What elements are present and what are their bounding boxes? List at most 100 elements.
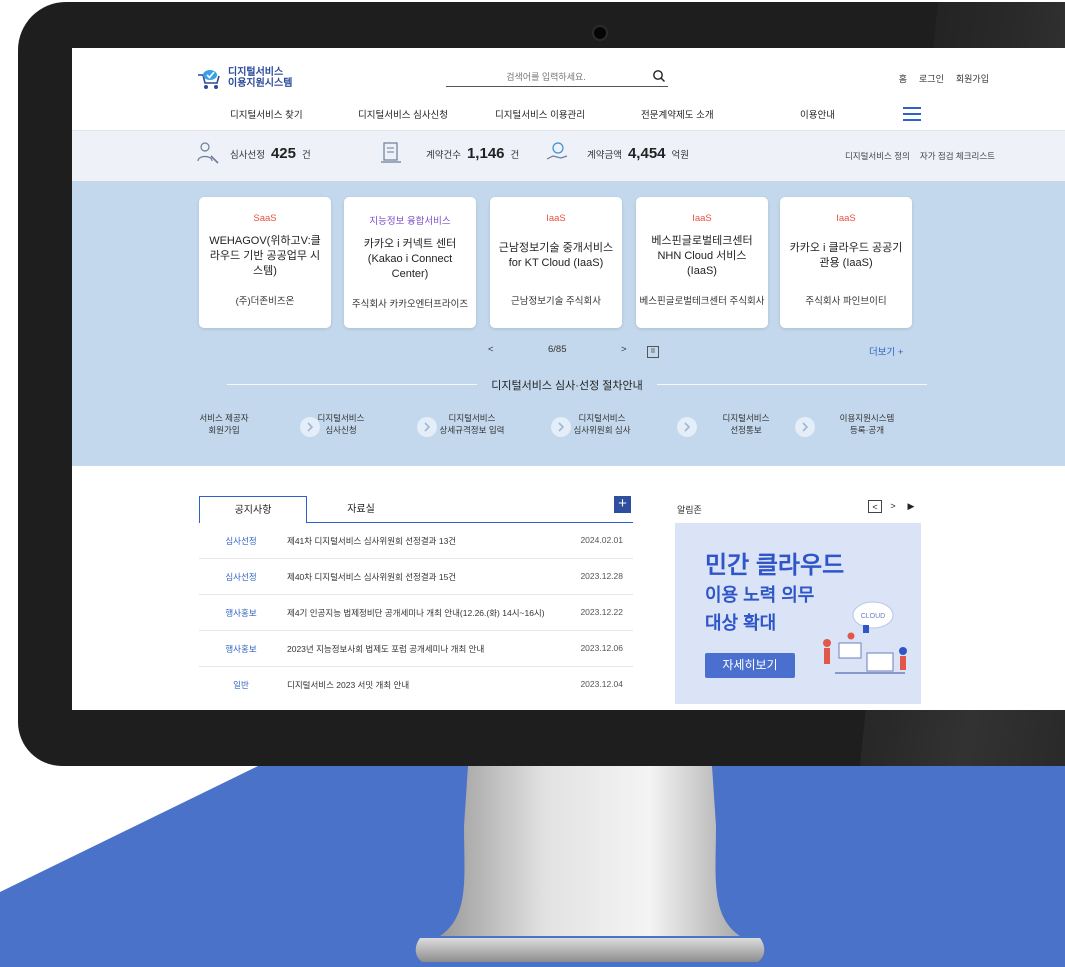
service-card[interactable]: SaaS WEHAGOV(위하고V:클라우드 기반 공공업무 시스템) (주)더…	[199, 197, 331, 328]
logo-line-1: 디지털서비스	[228, 67, 284, 78]
table-row[interactable]: 행사홍보 제4기 인공지능 법제정비단 공개세미나 개최 안내(12.26.(화…	[199, 595, 633, 631]
stat-selected: 심사선정 425 건	[230, 145, 311, 162]
row-category: 심사선정	[225, 572, 257, 582]
stat-contracts-label: 계약건수	[426, 150, 461, 161]
definition-link[interactable]: 디지털서비스 정의	[845, 150, 910, 162]
service-card[interactable]: 지능정보 융합서비스 카카오 i 커넥트 센터(Kakao i Connect …	[344, 197, 476, 328]
board-more-button[interactable]: +	[614, 496, 631, 513]
nav-item-find[interactable]: 디지털서비스 찾기	[230, 107, 303, 121]
nav-item-manage[interactable]: 디지털서비스 이용관리	[495, 107, 585, 121]
banner-next-button[interactable]: >	[886, 500, 900, 513]
stat-selected-value: 425	[270, 145, 296, 162]
stat-contracts: 계약건수 1,146 건	[426, 145, 519, 162]
judge-person-icon	[197, 142, 219, 164]
cloud-office-illustration-icon: CLOUD	[823, 601, 907, 674]
banner-detail-button[interactable]: 자세히보기	[705, 653, 795, 678]
step-line-1: 이용지원시스템	[839, 413, 895, 423]
banner-subline-1: 이용 노력 의무	[705, 585, 815, 605]
signup-link[interactable]: 회원가입	[956, 72, 989, 85]
card-category: IaaS	[836, 213, 856, 224]
logo-line-2: 이용지원시스템	[228, 78, 293, 89]
document-icon	[381, 142, 401, 163]
service-hero: SaaS WEHAGOV(위하고V:클라우드 기반 공공업무 시스템) (주)더…	[72, 181, 1065, 466]
service-card[interactable]: IaaS 카카오 i 클라우드 공공기관용 (IaaS) 주식회사 파인브이티	[780, 197, 912, 328]
stat-amount-label: 계약금액	[587, 150, 622, 161]
service-card[interactable]: IaaS 근남정보기술 중개서비스 for KT Cloud (IaaS) 근남…	[490, 197, 622, 328]
banner-headline: 민간 클라우드	[705, 552, 845, 579]
stat-amount: 계약금액 4,454 억원	[587, 145, 689, 162]
card-title: WEHAGOV(위하고V:클라우드 기반 공공업무 시스템)	[209, 234, 321, 277]
website-screen: 디지털서비스 이용지원시스템 홈 로그인 회원가입 디지털서비스 찾기 디지털서…	[72, 48, 1065, 710]
table-row[interactable]: 일반 디지털서비스 2023 서밋 개최 안내 2023.12.04	[199, 667, 633, 703]
alert-zone-title: 알림존	[677, 505, 702, 515]
step-line-2: 심사신청	[325, 425, 357, 435]
step-line-1: 디지털서비스	[722, 413, 770, 423]
nav-item-apply[interactable]: 디지털서비스 심사신청	[358, 107, 448, 121]
carousel-page-indicator: 6/85	[548, 344, 567, 355]
stats-links: 디지털서비스 정의 자가 점검 체크리스트	[845, 150, 995, 162]
card-company: 주식회사 파인브이티	[805, 296, 887, 307]
process-divider-left	[227, 384, 477, 385]
step-line-1: 디지털서비스	[317, 413, 365, 423]
step-line-2: 회원가입	[208, 425, 240, 435]
alert-zone-controls: < > ▶	[868, 500, 918, 513]
banner-prev-button[interactable]: <	[868, 500, 882, 513]
banner-subline-2: 대상 확대	[705, 613, 777, 633]
row-date: 2023.12.28	[580, 571, 623, 581]
step-line-2: 상세규격정보 입력	[439, 425, 505, 435]
site-header: 디지털서비스 이용지원시스템 홈 로그인 회원가입 디지털서비스 찾기 디지털서…	[72, 48, 1065, 130]
money-hand-icon	[546, 142, 568, 160]
process-title: 디지털서비스 심사·선정 절차안내	[491, 380, 643, 392]
table-row[interactable]: 심사선정 제41차 디지털서비스 심사위원회 선정결과 13건 2024.02.…	[199, 523, 633, 559]
stat-contracts-unit: 건	[510, 150, 520, 161]
cloud-cart-logo-icon	[198, 70, 220, 89]
carousel-pause-button[interactable]: II	[647, 346, 659, 358]
nav-item-guide[interactable]: 이용안내	[800, 107, 835, 121]
service-card[interactable]: IaaS 베스핀글로벌테크센터 NHN Cloud 서비스(IaaS) 베스핀글…	[636, 197, 768, 328]
step-line-1: 디지털서비스	[448, 413, 496, 423]
camera-icon	[594, 27, 606, 39]
main-nav: 디지털서비스 찾기 디지털서비스 심사신청 디지털서비스 이용관리 전문계약제도…	[72, 107, 1065, 129]
checklist-link[interactable]: 자가 점검 체크리스트	[920, 150, 995, 162]
card-company: 베스핀글로벌테크센터 주식회사	[639, 296, 765, 307]
process-step: 디지털서비스 선정통보	[691, 412, 801, 436]
step-line-2: 등록·공개	[849, 425, 885, 435]
card-category: IaaS	[546, 213, 566, 224]
table-row[interactable]: 심사선정 제40차 디지털서비스 심사위원회 선정결과 15건 2023.12.…	[199, 559, 633, 595]
table-row[interactable]: 행사홍보 2023년 지능정보사회 법제도 포럼 공개세미나 개최 안내 202…	[199, 631, 633, 667]
promo-banner[interactable]: 민간 클라우드 이용 노력 의무 대상 확대 자세히보기 CLOUD	[675, 523, 921, 704]
card-category: 지능정보 융합서비스	[369, 216, 451, 227]
process-step: 디지털서비스 심사위원회 심사	[547, 412, 657, 436]
card-category: IaaS	[692, 213, 712, 224]
step-line-1: 디지털서비스	[578, 413, 626, 423]
banner-play-button[interactable]: ▶	[904, 500, 918, 513]
row-category: 심사선정	[225, 536, 257, 546]
search-icon[interactable]	[652, 69, 666, 83]
row-category: 행사홍보	[225, 608, 257, 618]
nav-item-contract[interactable]: 전문계약제도 소개	[641, 107, 714, 121]
mockup-stage: 디지털서비스 이용지원시스템 홈 로그인 회원가입 디지털서비스 찾기 디지털서…	[0, 0, 1065, 967]
step-line-2: 선정통보	[730, 425, 762, 435]
site-logo[interactable]: 디지털서비스 이용지원시스템	[196, 66, 292, 90]
tab-library[interactable]: 자료실	[307, 496, 415, 523]
stat-amount-value: 4,454	[627, 145, 666, 162]
carousel-next-button[interactable]: >	[621, 344, 627, 355]
search-input[interactable]	[446, 67, 646, 86]
step-line-1: 서비스 제공자	[199, 413, 249, 423]
stat-amount-unit: 억원	[671, 150, 689, 161]
tab-notices[interactable]: 공지사항	[199, 496, 307, 523]
login-link[interactable]: 로그인	[919, 72, 944, 85]
carousel-prev-button[interactable]: <	[488, 344, 494, 355]
more-link[interactable]: 더보기 +	[869, 344, 903, 358]
card-title: 베스핀글로벌테크센터 NHN Cloud 서비스(IaaS)	[651, 234, 753, 277]
cloud-label: CLOUD	[861, 613, 886, 620]
hamburger-menu-icon[interactable]	[903, 107, 921, 121]
process-step: 디지털서비스 상세규격정보 입력	[417, 412, 527, 436]
card-company: 근남정보기술 주식회사	[510, 296, 602, 307]
stat-selected-label: 심사선정	[230, 150, 265, 161]
row-category: 행사홍보	[225, 644, 257, 654]
card-company: (주)더존비즈온	[235, 296, 295, 307]
process-step: 서비스 제공자 회원가입	[169, 412, 279, 436]
home-link[interactable]: 홈	[899, 72, 907, 85]
card-category: SaaS	[253, 213, 277, 224]
